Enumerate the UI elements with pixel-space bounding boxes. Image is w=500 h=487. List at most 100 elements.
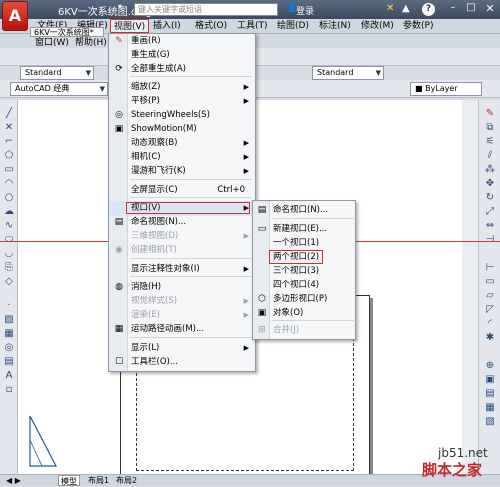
view-menu-item-label: 三维视图(D) xyxy=(131,231,179,241)
exchange-icon[interactable]: ✕ xyxy=(386,3,399,16)
insert-block-icon[interactable]: ⎘ xyxy=(3,262,15,274)
revcloud-icon[interactable]: ☁ xyxy=(3,206,15,218)
scale-icon[interactable]: ⤢ xyxy=(484,206,496,218)
arc-icon[interactable]: ◠ xyxy=(3,178,15,190)
view-menu-item[interactable]: 显示(L) ▶ xyxy=(109,341,255,355)
layer-icon[interactable]: ▦ xyxy=(484,402,496,414)
mtext-icon[interactable]: A xyxy=(3,370,15,382)
view-menu-item[interactable]: ✎ 重画(R) xyxy=(109,34,255,48)
menu-modify[interactable]: 修改(M) xyxy=(358,19,397,33)
polyline-icon[interactable]: ⌐ xyxy=(3,136,15,148)
mirror-icon[interactable]: ⚟ xyxy=(484,136,496,148)
dim-style-combo[interactable]: Standard ▼ xyxy=(312,66,384,80)
login-link[interactable]: 登录 xyxy=(296,4,314,17)
add-selected-icon[interactable]: ▫ xyxy=(3,384,15,396)
help-icon[interactable]: ? xyxy=(422,3,435,16)
extend-icon[interactable]: ⊢ xyxy=(484,262,496,274)
chamfer-icon[interactable]: ◸ xyxy=(484,304,496,316)
offset-icon[interactable]: ⫽ xyxy=(484,150,496,162)
move-icon[interactable]: ✥ xyxy=(484,178,496,190)
ellipse-icon[interactable]: ⬭ xyxy=(3,234,15,246)
circle-icon[interactable]: ○ xyxy=(3,192,15,204)
chevron-down-icon[interactable]: ▾ xyxy=(112,2,128,16)
view-menu-item[interactable]: ▣ ShowMotion(M) xyxy=(109,122,255,136)
viewports-menu-item[interactable]: ⬡ 多边形视口(P) xyxy=(253,292,355,306)
viewports-menu-item-label: 多边形视口(P) xyxy=(273,294,328,304)
communication-center-icon[interactable]: ▲ xyxy=(402,3,415,16)
stretch-icon[interactable]: ⇔ xyxy=(484,220,496,232)
menu-tools[interactable]: 工具(T) xyxy=(234,19,271,33)
view-menu-item[interactable]: ◎ SteeringWheels(S) xyxy=(109,108,255,122)
menu-draw[interactable]: 绘图(D) xyxy=(274,19,312,33)
drawing-tab[interactable]: 6KV一次系统图* xyxy=(30,27,104,37)
tab-layout2[interactable]: 布局2 xyxy=(114,475,139,486)
view-menu-item[interactable]: 平移(P) ▶ xyxy=(109,94,255,108)
view-menu-item[interactable]: ▤ 命名视图(N)... xyxy=(109,215,255,229)
view-menu-item[interactable]: ⟳ 全部重生成(A) xyxy=(109,62,255,76)
table-icon[interactable]: ▤ xyxy=(3,356,15,368)
point-icon[interactable]: · xyxy=(3,300,15,312)
viewports-menu-item[interactable]: ▭ 新建视口(E)... xyxy=(253,222,355,236)
array-icon[interactable]: ⁂ xyxy=(484,164,496,176)
user-icon[interactable]: 👤 xyxy=(286,3,297,15)
trim-icon[interactable]: ⊣ xyxy=(484,234,496,246)
view-menu-item[interactable]: ◍ 消隐(H) xyxy=(109,280,255,294)
search-input[interactable]: 键入关键字或短语 xyxy=(134,3,278,16)
menu-separator xyxy=(272,218,354,219)
rectangle-icon[interactable]: ▭ xyxy=(3,164,15,176)
join-icon[interactable]: ▱ xyxy=(484,290,496,302)
viewports-menu-item[interactable]: ▣ 对象(O) xyxy=(253,306,355,320)
break-icon[interactable]: ▭ xyxy=(484,276,496,288)
motion-path-icon: ▦ xyxy=(114,324,124,334)
menu-insert[interactable]: 插入(I) xyxy=(150,19,184,33)
make-block-icon[interactable]: ◇ xyxy=(3,276,15,288)
line-icon[interactable]: ╱ xyxy=(3,108,15,120)
ellipse-arc-icon[interactable]: ◡ xyxy=(3,248,15,260)
polygon-icon[interactable]: ⬠ xyxy=(3,150,15,162)
tab-model[interactable]: 模型 xyxy=(58,475,80,486)
viewports-menu-item[interactable]: ▤ 命名视口(N)... xyxy=(253,203,355,217)
view-menu-item[interactable]: 漫游和飞行(K) ▶ xyxy=(109,164,255,178)
block-editor-icon[interactable]: ▧ xyxy=(484,416,496,428)
properties-icon[interactable]: ▤ xyxy=(484,388,496,400)
view-menu-item-label: 显示注释性对象(I) xyxy=(131,264,200,274)
text-style-combo[interactable]: Standard ▼ xyxy=(20,66,94,80)
copy-icon[interactable]: ⧉ xyxy=(484,122,496,134)
menu-parameters[interactable]: 参数(P) xyxy=(400,19,436,33)
construction-line-icon[interactable]: ✕ xyxy=(3,122,15,134)
view-menu-item[interactable]: 相机(C) ▶ xyxy=(109,150,255,164)
hatch-icon[interactable]: ▨ xyxy=(3,314,15,326)
view-menu-item[interactable]: 重生成(G) xyxy=(109,48,255,62)
gradient-icon[interactable]: ▦ xyxy=(3,328,15,340)
menu-dimension[interactable]: 标注(N) xyxy=(316,19,354,33)
tab-nav-arrows[interactable]: ◀ ▶ xyxy=(4,475,23,486)
view-menu-item[interactable]: 显示注释性对象(I) ▶ xyxy=(109,262,255,276)
viewports-menu-item[interactable]: 四个视口(4) xyxy=(253,278,355,292)
view-menu-item[interactable]: 全屏显示(C) Ctrl+0 xyxy=(109,183,255,197)
erase-icon[interactable]: ✎ xyxy=(484,108,496,120)
view-menu-item[interactable]: 缩放(Z) ▶ xyxy=(109,80,255,94)
viewports-menu-item[interactable]: 三个视口(3) xyxy=(253,264,355,278)
view-menu-item[interactable]: ▦ 运动路径动画(M)... xyxy=(109,322,255,336)
workspace-combo[interactable]: AutoCAD 经典 ▼ xyxy=(10,82,108,96)
pan-icon[interactable]: ▣ xyxy=(484,374,496,386)
chevron-right-icon: ▶ xyxy=(243,297,249,305)
rotate-icon[interactable]: ↻ xyxy=(484,192,496,204)
maximize-button[interactable]: □ xyxy=(464,2,478,16)
view-menu-item[interactable]: 动态观察(B) ▶ xyxy=(109,136,255,150)
menu-view[interactable]: 视图(V) xyxy=(110,19,150,33)
application-menu-button[interactable]: A xyxy=(2,1,28,31)
zoom-icon[interactable]: ⊕ xyxy=(484,360,496,372)
spline-icon[interactable]: ∿ xyxy=(3,220,15,232)
viewports-menu-item[interactable]: 一个视口(1) xyxy=(253,236,355,250)
close-button[interactable]: ✕ xyxy=(482,2,498,16)
region-icon[interactable]: ◎ xyxy=(3,342,15,354)
tab-layout1[interactable]: 布局1 xyxy=(86,475,111,486)
minimize-button[interactable]: – xyxy=(446,2,460,16)
linetype-combo[interactable]: ■ ByLayer xyxy=(410,82,482,96)
explode-icon[interactable]: ✱ xyxy=(484,332,496,344)
fillet-icon[interactable]: ◜ xyxy=(484,318,496,330)
chevron-right-icon: ▶ xyxy=(243,344,249,352)
view-menu-item[interactable]: ☐ 工具栏(O)... xyxy=(109,355,255,369)
menu-format[interactable]: 格式(O) xyxy=(192,19,230,33)
